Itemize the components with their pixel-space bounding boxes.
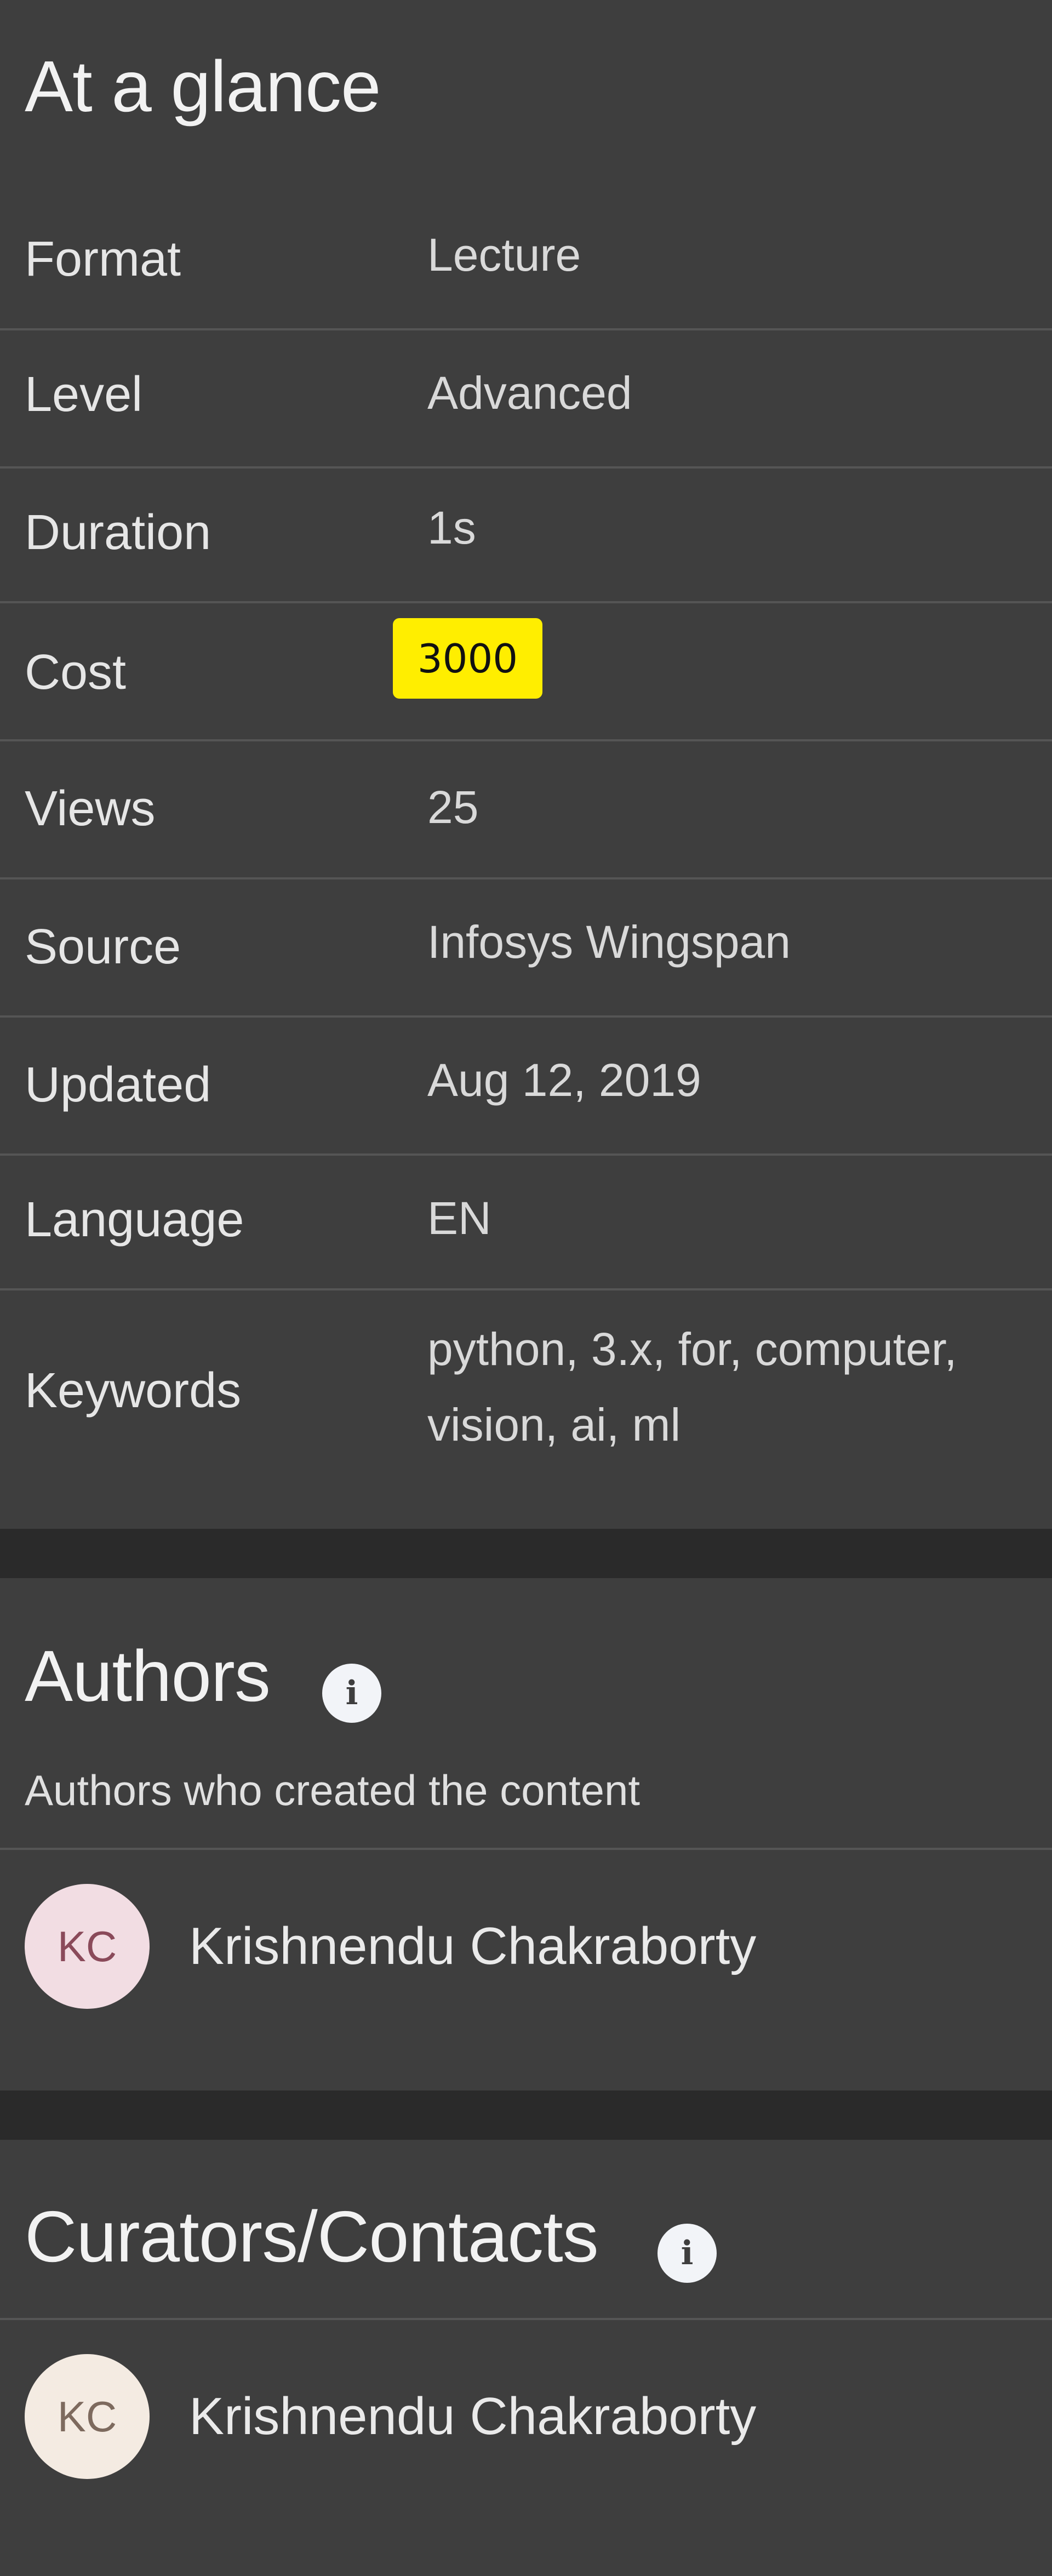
updated-value: Aug 12, 2019	[427, 1054, 701, 1106]
curators-divider	[0, 2318, 1052, 2320]
level-value: Advanced	[427, 367, 632, 419]
keywords-row: Keywords python, 3.x, for, computer, vis…	[0, 1290, 1052, 1529]
authors-subtitle: Authors who created the content	[25, 1766, 641, 1814]
cost-badge: 3000	[393, 618, 542, 699]
source-label: Source	[25, 919, 181, 974]
keywords-value: python, 3.x, for, computer, vision, ai, …	[427, 1323, 957, 1450]
updated-label: Updated	[25, 1058, 211, 1112]
author-avatar: KC	[25, 1884, 150, 2009]
cost-label: Cost	[25, 645, 127, 700]
authors-divider	[0, 1848, 1052, 1850]
cost-row: Cost 3000	[0, 603, 1052, 741]
level-row: Level Advanced	[0, 330, 1052, 469]
curator-item[interactable]: KC Krishnendu Chakraborty	[25, 2354, 756, 2479]
curators-title: Curators/Contacts	[25, 2196, 599, 2277]
source-row: Source Infosys Wingspan	[0, 879, 1052, 1018]
author-name: Krishnendu Chakraborty	[189, 1917, 757, 1975]
duration-value: 1s	[427, 502, 476, 553]
format-label: Format	[25, 232, 181, 287]
authors-title: Authors	[25, 1636, 271, 1716]
language-value: EN	[427, 1192, 491, 1244]
format-value: Lecture	[427, 229, 581, 281]
source-value: Infosys Wingspan	[427, 916, 791, 968]
at-a-glance-title: At a glance	[25, 46, 381, 127]
updated-row: Updated Aug 12, 2019	[0, 1018, 1052, 1156]
curator-name: Krishnendu Chakraborty	[189, 2387, 757, 2446]
keywords-label: Keywords	[25, 1363, 242, 1418]
author-item[interactable]: KC Krishnendu Chakraborty	[25, 1884, 756, 2009]
curators-info-icon[interactable]: i	[658, 2224, 717, 2283]
duration-row: Duration 1s	[0, 469, 1052, 603]
views-row: Views 25	[0, 741, 1052, 879]
curator-avatar: KC	[25, 2354, 150, 2479]
at-a-glance-card: At a glance Format Lecture Level Advance…	[0, 0, 1052, 1529]
views-value: 25	[427, 781, 479, 833]
language-label: Language	[25, 1192, 244, 1247]
duration-label: Duration	[25, 505, 211, 560]
level-label: Level	[25, 367, 143, 422]
authors-info-icon[interactable]: i	[322, 1664, 381, 1723]
views-label: Views	[25, 781, 156, 836]
format-row: Format Lecture	[0, 189, 1052, 330]
language-row: Language EN	[0, 1156, 1052, 1290]
